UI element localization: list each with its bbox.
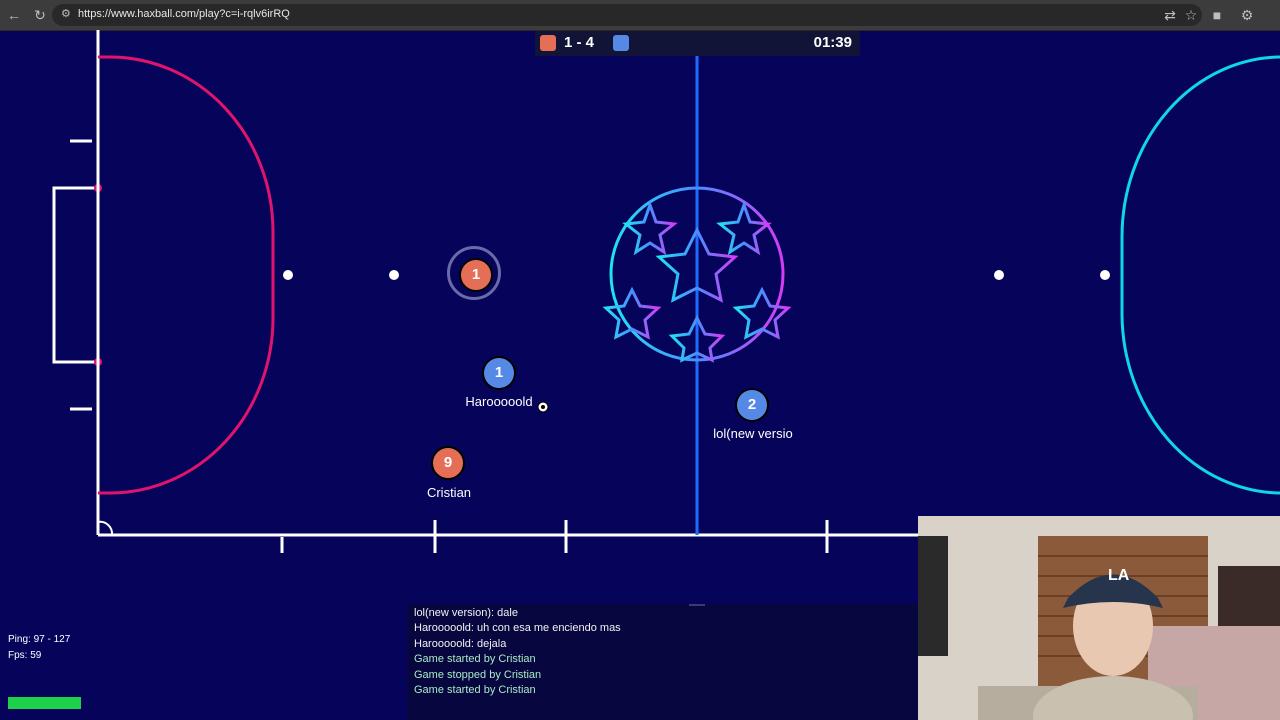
- left-goal: [52, 184, 102, 366]
- player-disc: 1: [482, 356, 516, 390]
- chat-notice: Game started by Cristian: [414, 684, 536, 696]
- browser-toolbar: ← ↻ ⚙ https://www.haxball.com/play?c=i-r…: [0, 0, 1280, 31]
- settings-icon[interactable]: ⚙: [1237, 5, 1257, 25]
- reload-icon[interactable]: ↻: [30, 5, 50, 25]
- player-name: Harooooold: [465, 394, 533, 409]
- player-number: 2: [747, 396, 757, 413]
- chat-message: lol(new version): dale: [414, 607, 518, 619]
- red-team-icon: [540, 35, 556, 51]
- network-stats: Ping: 97 - 127 Fps: 59: [8, 632, 70, 664]
- player-disc: 1: [459, 258, 493, 292]
- star-icon[interactable]: ☆: [1181, 5, 1201, 25]
- player-disc: 9: [431, 446, 465, 480]
- player-number: 1: [471, 266, 481, 283]
- fps-text: Fps: 59: [8, 650, 42, 661]
- right-penalty-arc: [1120, 55, 1280, 495]
- url-text: https://www.haxball.com/play?c=i-rqlv6ir…: [78, 8, 290, 20]
- match-timer: 01:39: [813, 34, 852, 51]
- player-disc: 2: [735, 388, 769, 422]
- address-bar[interactable]: ⚙ https://www.haxball.com/play?c=i-rqlv6…: [52, 4, 1202, 26]
- webcam-overlay: LA: [918, 516, 1280, 720]
- player-name: Cristian: [426, 485, 472, 500]
- blue-team-icon: [613, 35, 629, 51]
- translate-icon[interactable]: ⇄: [1160, 5, 1180, 25]
- back-arrow-icon[interactable]: ←: [4, 5, 24, 25]
- chat-drag-handle[interactable]: [689, 604, 705, 606]
- ball-icon: [537, 401, 549, 413]
- score: 1 - 4: [564, 34, 595, 51]
- chat-notice: Game started by Cristian: [414, 653, 536, 665]
- corner-arc: [97, 520, 114, 536]
- ping-text: Ping: 97 - 127: [8, 634, 71, 645]
- svg-text:LA: LA: [1108, 567, 1130, 584]
- player-number: 1: [494, 364, 504, 381]
- chat-message: Harooooold: uh con esa me enciendo mas: [414, 622, 621, 634]
- webcam-image: LA: [918, 516, 1280, 720]
- extensions-icon[interactable]: ■: [1207, 5, 1227, 25]
- site-info-icon[interactable]: ⚙: [61, 7, 71, 20]
- status-bar: [8, 697, 81, 709]
- chat-panel[interactable]: lol(new version): dale Harooooold: uh co…: [407, 604, 919, 720]
- player-number: 9: [443, 454, 453, 471]
- player-name: lol(new versio: [713, 426, 793, 441]
- scoreboard: 1 - 4 01:39: [535, 31, 860, 56]
- chat-notice: Game stopped by Cristian: [414, 669, 542, 681]
- chat-message: Harooooold: dejala: [414, 638, 507, 650]
- left-penalty-arc: [98, 55, 275, 495]
